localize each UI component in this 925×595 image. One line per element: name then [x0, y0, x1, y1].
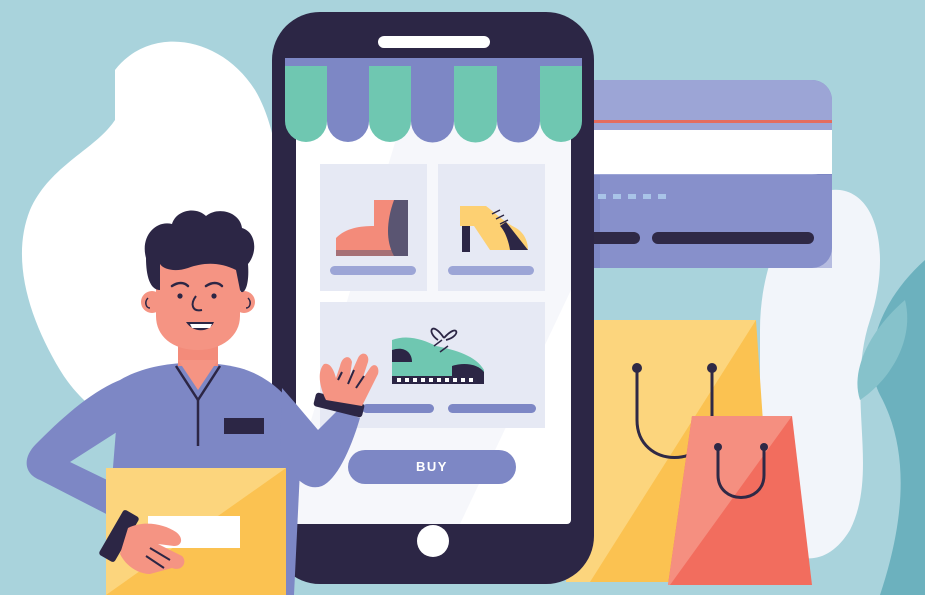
online-shopping-illustration [21, 12, 925, 595]
buy-button[interactable]: BUY [348, 450, 516, 484]
shopping-bag-red [668, 416, 812, 585]
product-card-heel[interactable] [438, 164, 545, 291]
store-awning [285, 58, 582, 143]
product-card-boot[interactable] [320, 164, 427, 291]
